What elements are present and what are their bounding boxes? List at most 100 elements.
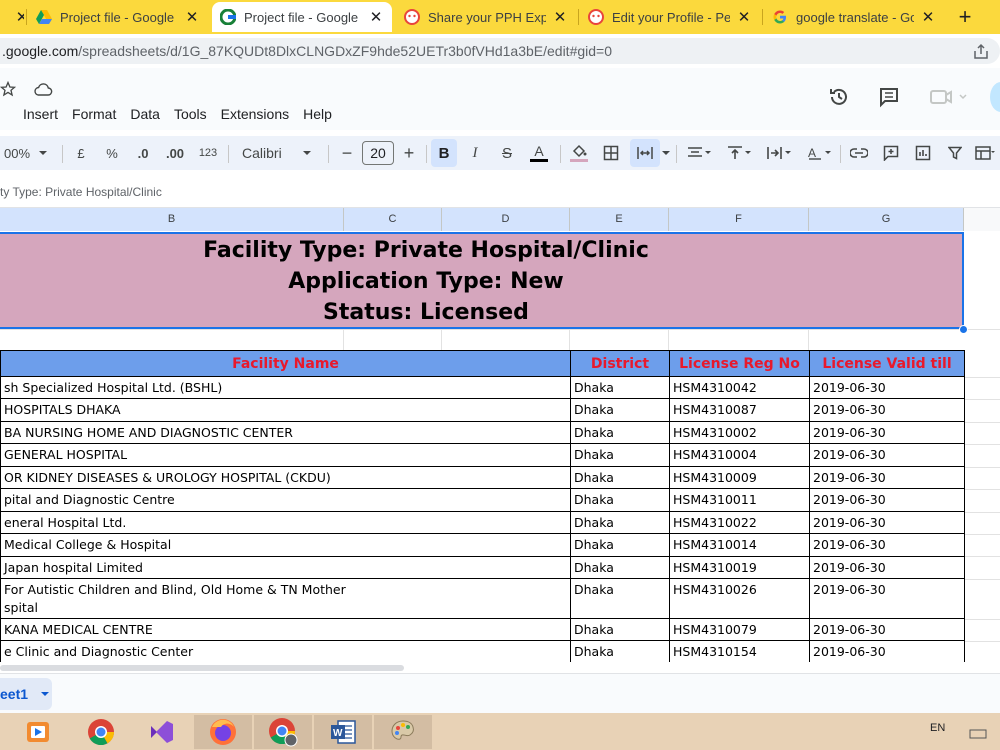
cell-district[interactable]: Dhaka [570, 511, 670, 534]
cell-license-valid-till[interactable]: 2019-06-30 [809, 421, 965, 444]
zoom-select[interactable]: 00% [0, 136, 52, 170]
cell-license-valid-till[interactable]: 2019-06-30 [809, 556, 965, 579]
browser-tab-drive[interactable]: Project file - Google Dr ✕ [28, 2, 208, 32]
text-wrap-button[interactable] [762, 136, 796, 170]
sheet-grid[interactable]: Facility Type: Private Hospital/Clinic A… [0, 231, 1000, 662]
sheet-tab-sheet1[interactable]: eet1 [0, 678, 52, 710]
font-size-input[interactable]: 20 [362, 141, 394, 165]
increase-font-size-button[interactable]: + [396, 136, 422, 170]
filter-button[interactable] [942, 136, 968, 170]
text-color-button[interactable]: A [526, 136, 552, 170]
cell-license-reg-no[interactable]: HSM4310042 [669, 376, 810, 399]
column-header-b[interactable]: B [0, 208, 344, 231]
cell-license-valid-till[interactable]: 2019-06-30 [809, 578, 965, 619]
decrease-decimal-button[interactable]: .0 [130, 136, 156, 170]
menu-format[interactable]: Format [65, 106, 123, 122]
cell-district[interactable]: Dhaka [570, 640, 670, 662]
cell-license-valid-till[interactable]: 2019-06-30 [809, 398, 965, 422]
selection-fill-handle[interactable] [959, 325, 968, 334]
cell-facility-name[interactable]: GENERAL HOSPITAL [0, 443, 571, 467]
column-header-c[interactable]: C [344, 208, 442, 231]
browser-tab-0[interactable]: ✕ [0, 2, 24, 32]
cell-license-reg-no[interactable]: HSM4310014 [669, 533, 810, 557]
cell-license-reg-no[interactable]: HSM4310087 [669, 398, 810, 422]
close-tab-icon[interactable]: ✕ [736, 8, 752, 26]
cell-district[interactable]: Dhaka [570, 421, 670, 444]
url-field[interactable]: .google.com/spreadsheets/d/1G_87KQUDt8Dl… [0, 38, 1000, 64]
cell-license-valid-till[interactable]: 2019-06-30 [809, 533, 965, 557]
text-rotation-button[interactable]: A [802, 136, 836, 170]
merged-title-cell[interactable]: Facility Type: Private Hospital/Clinic A… [0, 232, 964, 329]
column-header-f[interactable]: F [669, 208, 809, 231]
filter-views-button[interactable] [972, 136, 998, 170]
cloud-status-icon[interactable] [33, 82, 53, 98]
scrollbar-thumb[interactable] [0, 665, 404, 671]
cell-license-reg-no[interactable]: HSM4310002 [669, 421, 810, 444]
vertical-align-button[interactable] [722, 136, 756, 170]
cell-district[interactable]: Dhaka [570, 556, 670, 579]
menu-tools[interactable]: Tools [167, 106, 214, 122]
bold-button[interactable]: B [431, 139, 457, 167]
system-tray[interactable] [968, 727, 990, 741]
browser-tab-pph[interactable]: Share your PPH Experti ✕ [396, 2, 576, 32]
cell-district[interactable]: Dhaka [570, 398, 670, 422]
insert-chart-button[interactable] [910, 136, 936, 170]
taskbar-paint[interactable] [374, 715, 432, 749]
increase-decimal-button[interactable]: .00 [162, 136, 188, 170]
cell-license-reg-no[interactable]: HSM4310011 [669, 488, 810, 512]
meet-icon[interactable] [930, 86, 968, 108]
cell-license-valid-till[interactable]: 2019-06-30 [809, 376, 965, 399]
cell-license-valid-till[interactable]: 2019-06-30 [809, 618, 965, 641]
taskbar-chrome-profile[interactable] [254, 715, 312, 749]
share-icon[interactable] [972, 43, 990, 61]
cell-district[interactable]: Dhaka [570, 376, 670, 399]
chevron-down-icon[interactable] [40, 689, 50, 699]
fill-color-button[interactable] [566, 136, 592, 170]
cell-district[interactable]: Dhaka [570, 618, 670, 641]
menu-extensions[interactable]: Extensions [214, 106, 296, 122]
close-tab-icon[interactable]: ✕ [368, 8, 384, 26]
merge-dropdown[interactable] [660, 136, 672, 170]
cell-facility-name[interactable]: pital and Diagnostic Centre [0, 488, 571, 512]
horizontal-scrollbar[interactable] [0, 663, 1000, 673]
column-header-g[interactable]: G [809, 208, 964, 231]
close-tab-icon[interactable]: ✕ [184, 8, 200, 26]
cell-facility-name[interactable]: OR KIDNEY DISEASES & UROLOGY HOSPITAL (C… [0, 466, 571, 489]
cell-license-reg-no[interactable]: HSM4310019 [669, 556, 810, 579]
cell-license-reg-no[interactable]: HSM4310009 [669, 466, 810, 489]
browser-tab-profile[interactable]: Edit your Profile - Peop ✕ [580, 2, 760, 32]
merge-cells-button[interactable] [630, 139, 660, 167]
cell-license-valid-till[interactable]: 2019-06-30 [809, 511, 965, 534]
decrease-font-size-button[interactable]: − [334, 136, 360, 170]
strikethrough-button[interactable]: S [494, 136, 520, 170]
cell-license-valid-till[interactable]: 2019-06-30 [809, 488, 965, 512]
borders-button[interactable] [598, 136, 624, 170]
cell-district[interactable]: Dhaka [570, 488, 670, 512]
cell-facility-name[interactable]: sh Specialized Hospital Ltd. (BSHL) [0, 376, 571, 399]
close-tab-icon[interactable]: ✕ [552, 8, 568, 26]
horizontal-align-button[interactable] [682, 136, 716, 170]
insert-link-button[interactable] [846, 136, 872, 170]
new-tab-button[interactable]: + [951, 4, 979, 30]
cell-license-reg-no[interactable]: HSM4310026 [669, 578, 810, 619]
format-percent-button[interactable]: % [99, 136, 125, 170]
cell-facility-name[interactable]: KANA MEDICAL CENTRE [0, 618, 571, 641]
header-facility-name[interactable]: Facility Name [0, 350, 571, 377]
close-tab-icon[interactable]: ✕ [14, 8, 24, 26]
cell-license-reg-no[interactable]: HSM4310004 [669, 443, 810, 467]
cell-facility-name[interactable]: e Clinic and Diagnostic Center [0, 640, 571, 662]
menu-data[interactable]: Data [123, 106, 167, 122]
cell-district[interactable]: Dhaka [570, 533, 670, 557]
column-header-h[interactable] [964, 208, 1000, 231]
cell-facility-name[interactable]: Japan hospital Limited [0, 556, 571, 579]
cell-facility-name[interactable]: HOSPITALS DHAKA [0, 398, 571, 422]
taskbar-chrome[interactable] [72, 715, 130, 749]
menu-help[interactable]: Help [296, 106, 339, 122]
format-currency-button[interactable]: £ [68, 136, 94, 170]
taskbar-media-app[interactable] [14, 715, 62, 749]
font-select[interactable]: Calibri [234, 136, 320, 170]
column-header-d[interactable]: D [442, 208, 570, 231]
menu-insert[interactable]: Insert [16, 106, 65, 122]
cell-facility-name[interactable]: For Autistic Children and Blind, Old Hom… [0, 578, 571, 619]
browser-tab-translate[interactable]: google translate - Goo ✕ [764, 2, 944, 32]
